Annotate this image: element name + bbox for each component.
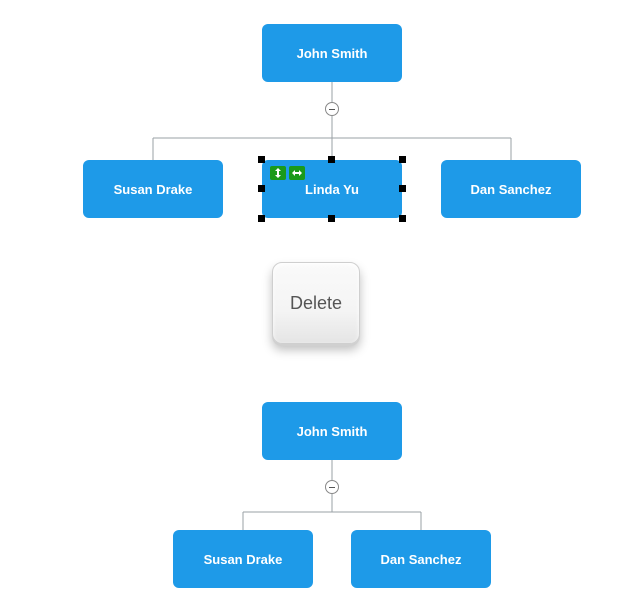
- org-node-root[interactable]: John Smith: [262, 402, 402, 460]
- resize-handle-sw-icon[interactable]: [258, 215, 265, 222]
- resize-handle-nw-icon[interactable]: [258, 156, 265, 163]
- resize-handle-ne-icon[interactable]: [399, 156, 406, 163]
- org-node-child[interactable]: Dan Sanchez: [351, 530, 491, 588]
- org-node-child[interactable]: Susan Drake: [173, 530, 313, 588]
- org-node-root[interactable]: John Smith: [262, 24, 402, 82]
- resize-handle-e-icon[interactable]: [399, 185, 406, 192]
- org-node-child[interactable]: Dan Sanchez: [441, 160, 581, 218]
- delete-key: Delete: [272, 262, 360, 344]
- resize-handle-s-icon[interactable]: [328, 215, 335, 222]
- move-horizontal-icon[interactable]: [289, 166, 305, 180]
- selection-action-badges: [270, 166, 305, 180]
- resize-handle-se-icon[interactable]: [399, 215, 406, 222]
- move-vertical-icon[interactable]: [270, 166, 286, 180]
- delete-key-label: Delete: [290, 293, 342, 314]
- collapse-toggle[interactable]: [325, 480, 339, 494]
- resize-handle-w-icon[interactable]: [258, 185, 265, 192]
- org-node-child[interactable]: Susan Drake: [83, 160, 223, 218]
- collapse-toggle[interactable]: [325, 102, 339, 116]
- resize-handle-n-icon[interactable]: [328, 156, 335, 163]
